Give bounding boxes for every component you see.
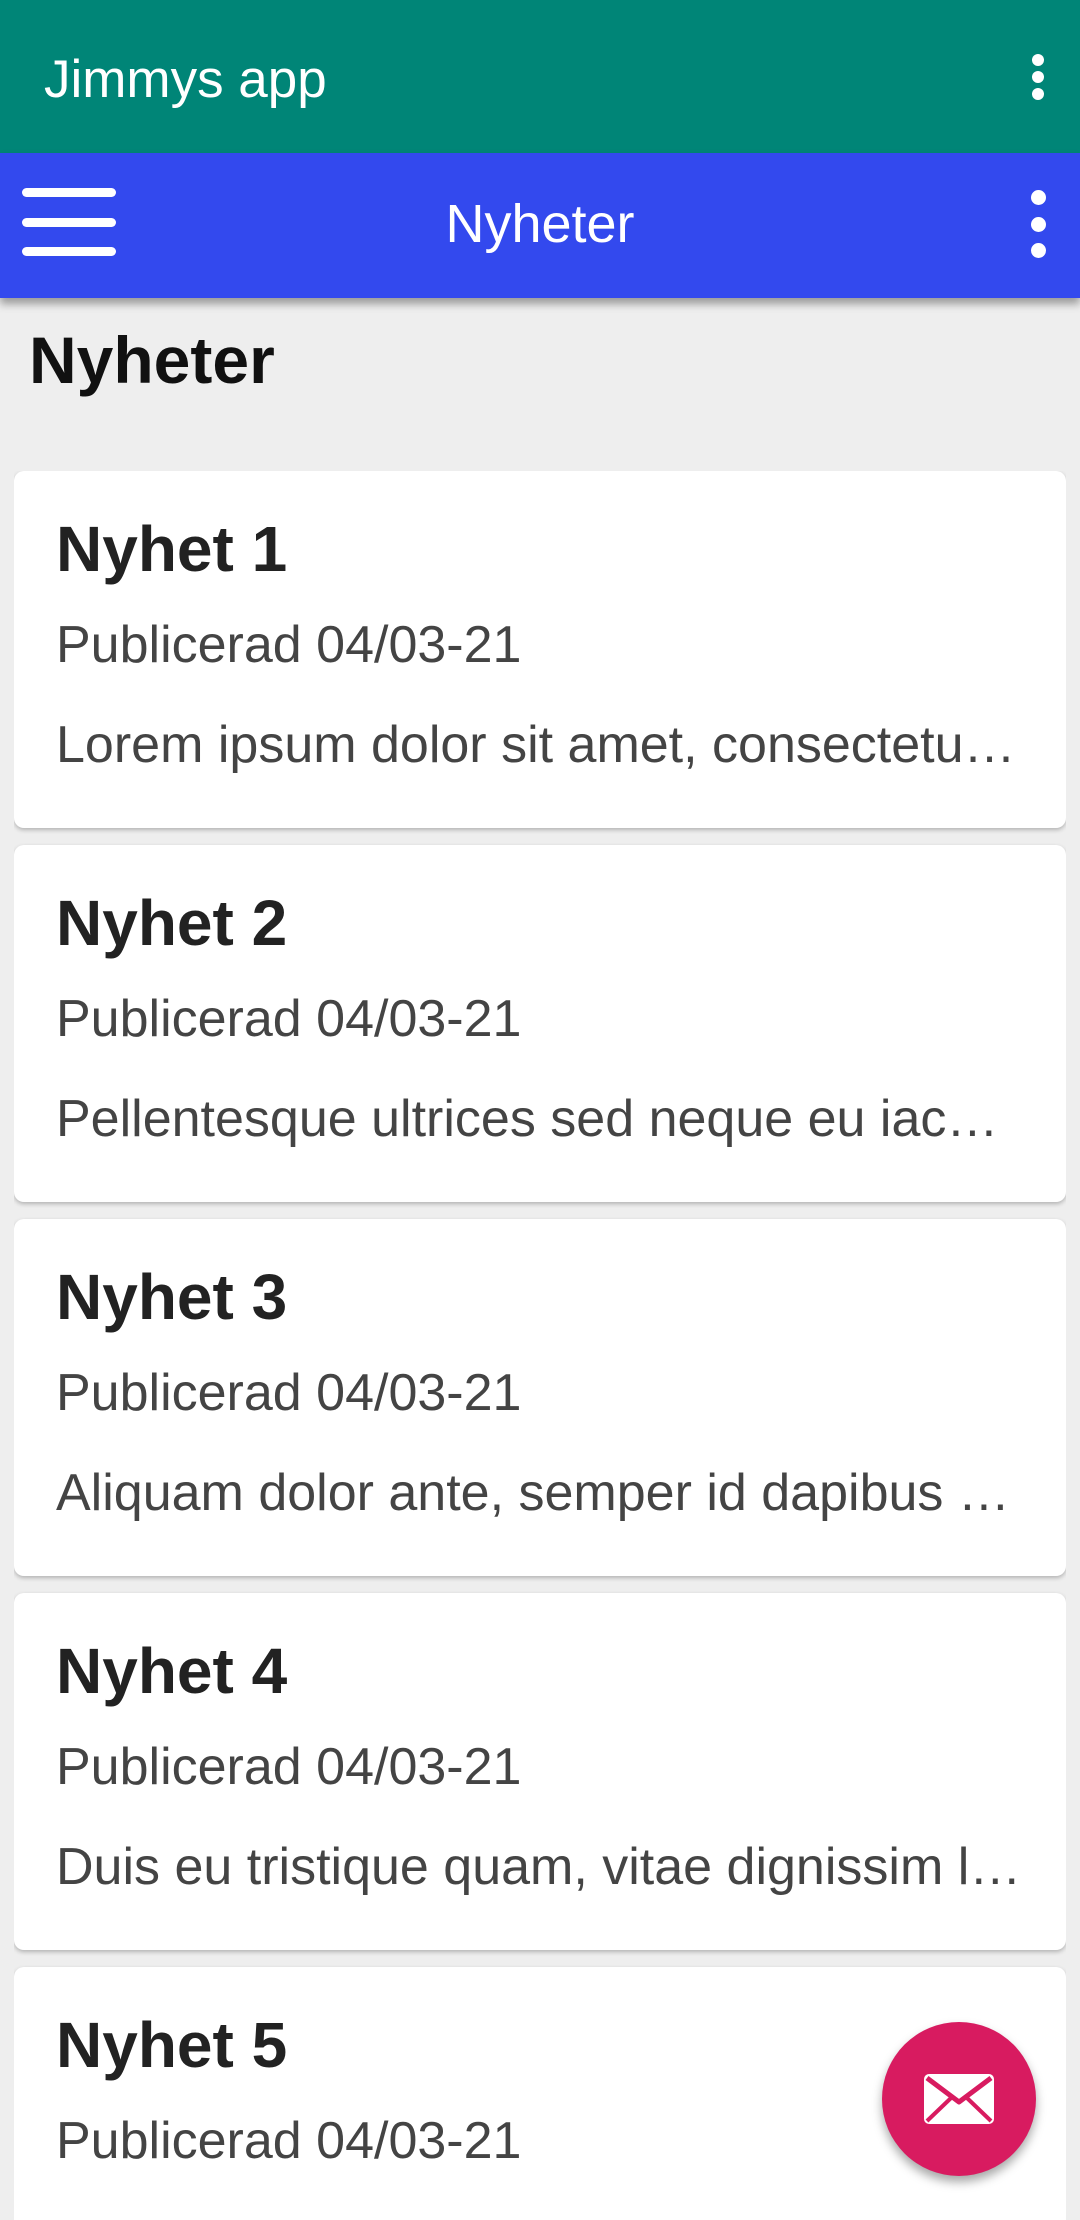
app-title: Jimmys app: [44, 50, 327, 109]
news-date: Publicerad 04/03-21: [56, 990, 522, 1048]
news-date: Publicerad 04/03-21: [56, 2112, 522, 2170]
news-list[interactable]: Nyhet 1 Publicerad 04/03-21 Lorem ipsum …: [14, 471, 1066, 2220]
toolbar-title: Nyheter: [445, 194, 635, 254]
news-excerpt: Pellentesque ultrices sed neque eu iacul…: [56, 1090, 1024, 1148]
news-title: Nyhet 2: [56, 887, 288, 959]
news-excerpt: Lorem ipsum dolor sit amet, consectetur …: [56, 716, 1024, 774]
news-excerpt: Aliquam dolor ante, semper id dapibus ne…: [56, 1464, 1024, 1522]
news-title: Nyhet 3: [56, 1261, 288, 1333]
news-card[interactable]: Nyhet 1 Publicerad 04/03-21 Lorem ipsum …: [14, 471, 1066, 828]
news-excerpt: Duis eu tristique quam, vitae dignissim …: [56, 1838, 1024, 1896]
app-bar: Jimmys app: [0, 0, 1080, 153]
email-icon: [924, 2074, 994, 2124]
overflow-menu-icon[interactable]: [1008, 190, 1068, 258]
news-card[interactable]: Nyhet 4 Publicerad 04/03-21 Duis eu tris…: [14, 1593, 1066, 1950]
news-title: Nyhet 4: [56, 1635, 288, 1707]
toolbar: Nyheter: [0, 153, 1080, 298]
news-card[interactable]: Nyhet 2 Publicerad 04/03-21 Pellentesque…: [14, 845, 1066, 1202]
page-title: Nyheter: [29, 323, 275, 397]
news-card[interactable]: Nyhet 3 Publicerad 04/03-21 Aliquam dolo…: [14, 1219, 1066, 1576]
news-title: Nyhet 5: [56, 2009, 288, 2081]
more-vert-icon[interactable]: [1008, 54, 1068, 100]
news-date: Publicerad 04/03-21: [56, 1364, 522, 1422]
compose-fab-button[interactable]: [882, 2022, 1036, 2176]
news-date: Publicerad 04/03-21: [56, 1738, 522, 1796]
news-date: Publicerad 04/03-21: [56, 616, 522, 674]
news-title: Nyhet 1: [56, 513, 288, 585]
